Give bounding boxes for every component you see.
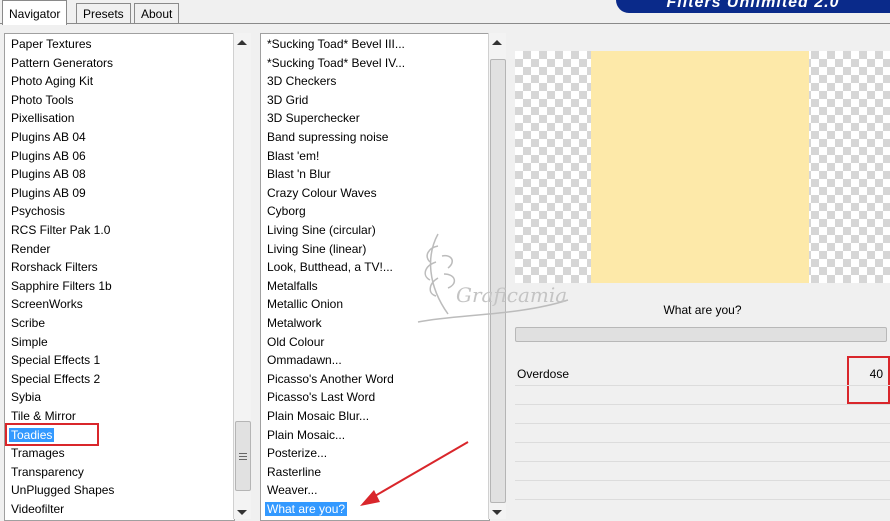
scroll-up-icon[interactable]: [237, 40, 247, 45]
filter-item[interactable]: Metalfalls: [261, 277, 318, 295]
param-label: Overdose: [517, 367, 570, 381]
param-row-overdose[interactable]: Overdose 40: [515, 366, 890, 384]
filter-item[interactable]: Living Sine (linear): [261, 240, 366, 258]
category-item[interactable]: Pattern Generators: [5, 54, 113, 72]
filter-item[interactable]: Old Colour: [261, 333, 324, 351]
category-item[interactable]: Videofilter: [5, 500, 64, 518]
category-item[interactable]: Psychosis: [5, 202, 65, 220]
scroll-down-icon[interactable]: [237, 510, 247, 515]
category-item[interactable]: Sapphire Filters 1b: [5, 277, 112, 295]
category-item[interactable]: RCS Filter Pak 1.0: [5, 221, 110, 239]
filter-item[interactable]: Rasterline: [261, 463, 321, 481]
tab-navigator[interactable]: Navigator: [2, 0, 68, 25]
filter-item[interactable]: What are you?: [261, 500, 348, 518]
category-item[interactable]: Photo Aging Kit: [5, 72, 93, 90]
category-item[interactable]: Photo Tools: [5, 91, 74, 109]
category-item[interactable]: Transparency: [5, 463, 84, 481]
divider: [515, 480, 890, 481]
scroll-up-icon[interactable]: [492, 40, 502, 45]
filter-item[interactable]: Blast 'n Blur: [261, 165, 331, 183]
filter-item[interactable]: 3D Grid: [261, 91, 308, 109]
filter-item[interactable]: Crazy Colour Waves: [261, 184, 377, 202]
grip-icon: [239, 453, 247, 460]
scroll-down-icon[interactable]: [492, 510, 502, 515]
filter-item[interactable]: Living Sine (circular): [261, 221, 376, 239]
filter-item[interactable]: Posterize...: [261, 444, 327, 462]
category-item[interactable]: UnPlugged Shapes: [5, 481, 114, 499]
filter-item[interactable]: Picasso's Another Word: [261, 370, 394, 388]
category-scrollbar[interactable]: [233, 33, 251, 519]
brand-banner: Filters Unlimited 2.0: [616, 0, 890, 13]
filter-item[interactable]: Weaver...: [261, 481, 317, 499]
tab-presets[interactable]: Presets: [76, 3, 131, 24]
filter-item[interactable]: Band supressing noise: [261, 128, 388, 146]
tab-divider: [0, 23, 890, 24]
filter-item[interactable]: *Sucking Toad* Bevel IV...: [261, 54, 405, 72]
filter-item[interactable]: Look, Butthead, a TV!...: [261, 258, 393, 276]
filter-item[interactable]: 3D Superchecker: [261, 109, 360, 127]
category-item[interactable]: Plugins AB 09: [5, 184, 86, 202]
filter-item[interactable]: Metallic Onion: [261, 295, 343, 313]
filter-selected-label[interactable]: What are you?: [265, 502, 348, 516]
category-item[interactable]: Tramages: [5, 444, 65, 462]
tab-about[interactable]: About: [134, 3, 180, 24]
annotation-arrow-icon: [360, 441, 469, 506]
divider: [515, 499, 890, 500]
divider: [515, 442, 890, 443]
filter-item[interactable]: Plain Mosaic Blur...: [261, 407, 369, 425]
filter-item[interactable]: Cyborg: [261, 202, 306, 220]
param-highlight-marker: [847, 356, 890, 404]
divider: [515, 385, 890, 386]
category-item[interactable]: Scribe: [5, 314, 45, 332]
category-item[interactable]: Pixellisation: [5, 109, 74, 127]
category-selection-marker: [5, 423, 99, 446]
category-item[interactable]: Paper Textures: [5, 35, 92, 53]
watermark-text: Graficamia: [456, 283, 567, 307]
category-item[interactable]: ScreenWorks: [5, 295, 83, 313]
filter-item[interactable]: Metalwork: [261, 314, 322, 332]
category-item[interactable]: Simple: [5, 333, 48, 351]
divider: [515, 404, 890, 405]
filter-item[interactable]: *Sucking Toad* Bevel III...: [261, 35, 405, 53]
filter-item[interactable]: Picasso's Last Word: [261, 388, 375, 406]
category-item[interactable]: Plugins AB 08: [5, 165, 86, 183]
category-list[interactable]: Paper Textures Pattern Generators Photo Ag…: [4, 33, 235, 521]
category-scroll-thumb[interactable]: [235, 421, 251, 491]
filter-item[interactable]: 3D Checkers: [261, 72, 336, 90]
filter-item[interactable]: Blast 'em!: [261, 147, 319, 165]
divider: [515, 461, 890, 462]
preview-image: [591, 51, 809, 283]
category-item[interactable]: Render: [5, 240, 50, 258]
category-item[interactable]: Special Effects 1: [5, 351, 100, 369]
category-item[interactable]: Sybia: [5, 388, 41, 406]
filter-item[interactable]: Plain Mosaic...: [261, 426, 345, 444]
category-item[interactable]: Plugins AB 04: [5, 128, 86, 146]
category-item[interactable]: Plugins AB 06: [5, 147, 86, 165]
divider: [515, 423, 890, 424]
watermark-logo: Graficamia: [417, 233, 569, 323]
category-item[interactable]: Special Effects 2: [5, 370, 100, 388]
category-item[interactable]: Rorshack Filters: [5, 258, 98, 276]
brand-title: Filters Unlimited 2.0: [666, 0, 840, 11]
filter-item[interactable]: Ommadawn...: [261, 351, 342, 369]
